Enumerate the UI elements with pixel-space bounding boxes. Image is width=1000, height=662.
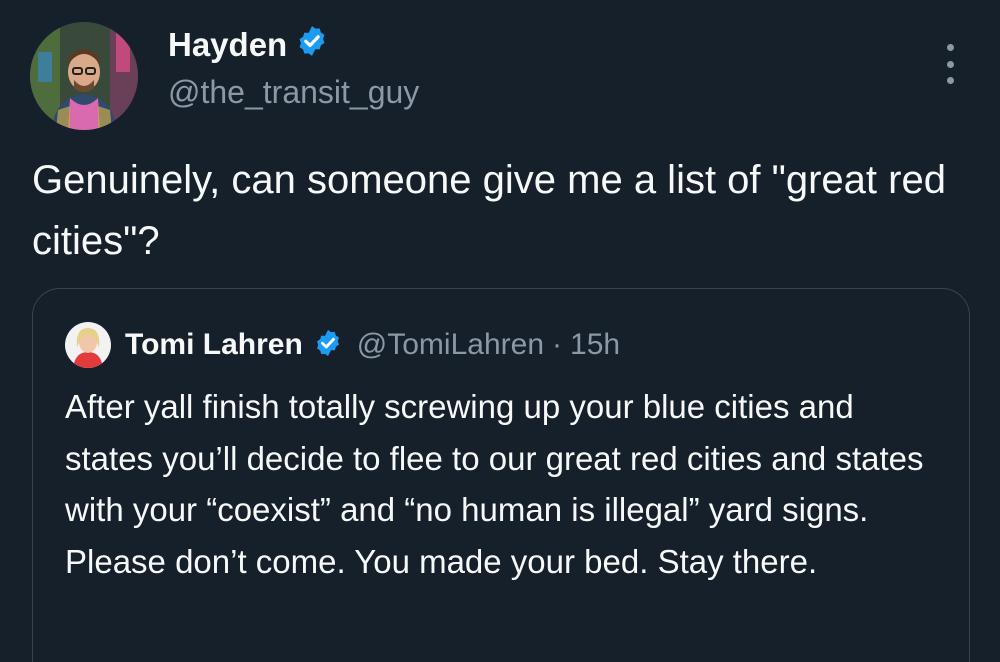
author-avatar[interactable] [30, 22, 138, 130]
quoted-tweet[interactable]: Tomi Lahren @TomiLahren · 15h After yall… [32, 288, 970, 662]
author-avatar-image [30, 22, 138, 130]
quoted-author-name[interactable]: Tomi Lahren [125, 328, 303, 362]
author-handle[interactable]: @the_transit_guy [168, 74, 419, 111]
quoted-author-avatar[interactable] [65, 322, 111, 368]
quoted-separator: · [552, 328, 563, 361]
verified-badge-icon [295, 24, 329, 66]
author-name-text: Hayden [168, 26, 288, 63]
verified-badge-icon [313, 328, 343, 363]
more-dot [946, 44, 954, 51]
more-options-icon[interactable] [938, 44, 962, 84]
tweet: Hayden @the_transit_guy Genuinely, can s… [0, 0, 1000, 662]
quoted-author-avatar-image [65, 322, 111, 368]
more-dot [946, 60, 954, 68]
quoted-tweet-text: After yall finish totally screwing up yo… [65, 388, 924, 580]
quoted-timestamp[interactable]: 15h [570, 328, 620, 362]
more-dot [946, 77, 954, 84]
quoted-author-handle[interactable]: @TomiLahren [357, 328, 544, 362]
author-display-name[interactable]: Hayden [168, 24, 329, 66]
quoted-tweet-header: Tomi Lahren @TomiLahren · 15h [65, 319, 620, 371]
tweet-text: Genuinely, can someone give me a list of… [32, 158, 946, 263]
